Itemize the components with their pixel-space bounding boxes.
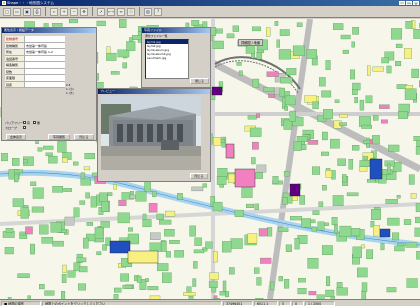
- layer-icon[interactable]: ≡: [117, 7, 125, 16]
- status-coord-x: 37496451: [223, 300, 253, 306]
- floor-value: 1 (大): [66, 91, 74, 95]
- print-icon[interactable]: ⎙: [33, 7, 41, 16]
- status-message: 地図上のポイントをクリックしてください: [42, 300, 222, 306]
- attribute-value[interactable]: [25, 75, 65, 81]
- attribute-value[interactable]: 市営第一体育館: [25, 42, 65, 48]
- toolbar-separator: [45, 7, 46, 16]
- attribute-key: 床面積: [5, 75, 25, 81]
- no-label: 無: [37, 120, 41, 125]
- toolbar-separator: [139, 7, 140, 16]
- zoom-in-icon[interactable]: +: [60, 7, 68, 16]
- file-list-label: 添付ファイル一覧: [145, 34, 168, 38]
- map-scale-label: 詳細図 / 地番: [238, 39, 264, 46]
- status-bar: ■ 地図の操作 地図上のポイントをクリックしてください 37496451 651…: [0, 299, 420, 306]
- status-scale: 1 / 2500: [305, 300, 335, 306]
- yes-label: 有: [27, 120, 31, 125]
- attr-close-button[interactable]: 閉じる: [74, 134, 94, 140]
- status-num-2: 0: [292, 300, 304, 306]
- status-mode: ■ 地図の操作: [1, 300, 41, 306]
- attribute-row: 延床: [5, 81, 65, 88]
- file-list-item[interactable]: Landmark.jpg: [146, 56, 188, 60]
- photo-icon[interactable]: ▨: [144, 7, 152, 16]
- close-window-button[interactable]: ×: [413, 0, 419, 6]
- files-close-button[interactable]: 閉じる: [190, 78, 209, 84]
- window-title: Shape・・・地形図システム: [7, 0, 55, 5]
- preview-close-button[interactable]: 閉じる: [190, 173, 208, 179]
- preview-window: プレビュー 閉じる: [97, 88, 211, 182]
- floor-values: 2 41 (小) 1 (大): [66, 83, 96, 95]
- attribute-value[interactable]: 市営第一体育館 1-2: [25, 49, 65, 55]
- attribute-key: 建物種別: [5, 42, 25, 48]
- attribute-value[interactable]: [25, 36, 65, 42]
- photo-files-title: 写真ファイル: [142, 28, 210, 33]
- minimize-button[interactable]: _: [399, 0, 405, 6]
- attribute-key: 延床: [5, 81, 25, 87]
- photo-files-window: 写真ファイル 添付ファイル一覧 Gym1.jpg Gym2.jpg Gymnasiu…: [141, 27, 211, 88]
- file-list[interactable]: Gym1.jpg Gym2.jpg Gymnasium.jpg Gymnasium2.…: [145, 39, 189, 79]
- attribute-key: 所在: [5, 49, 25, 55]
- attribute-value[interactable]: [25, 81, 65, 87]
- maximize-button[interactable]: □: [406, 0, 412, 6]
- measure-icon[interactable]: ⟷: [107, 7, 115, 16]
- attribute-key: 電話番号: [5, 55, 25, 61]
- help-icon[interactable]: ?: [154, 7, 162, 16]
- preview-title: プレビュー: [98, 89, 210, 94]
- show-all-button[interactable]: 全体表示: [6, 134, 26, 140]
- save-icon[interactable]: ▣: [23, 7, 31, 16]
- attribute-panel: 属性表示 / 施設データ 建物番号 建物種別 市営第一体育館 所在 市営第一体育館 1-…: [1, 27, 97, 141]
- attribute-key: 建物番号: [5, 36, 25, 42]
- select-icon[interactable]: ➚: [97, 7, 105, 16]
- pan-icon[interactable]: ✥: [80, 7, 88, 16]
- attribute-table: 建物番号 建物種別 市営第一体育館 所在 市営第一体育館 1-2 電話番号 構造種別 階数 床面…: [5, 36, 65, 88]
- photo-view-button[interactable]: 写真閲覧: [48, 134, 70, 140]
- slope-row: スロープ: [5, 125, 77, 130]
- info-icon[interactable]: ⓘ: [127, 7, 135, 16]
- barrier-free-no-checkbox[interactable]: [33, 121, 37, 124]
- slope-label: スロープ: [5, 125, 17, 130]
- search-icon[interactable]: ⌕: [50, 7, 58, 16]
- attribute-value[interactable]: [25, 68, 65, 74]
- status-coord-y: 6511 1: [254, 300, 278, 306]
- barrier-free-yes-checkbox[interactable]: [23, 121, 26, 124]
- attribute-value[interactable]: [25, 55, 65, 61]
- slope-checkbox[interactable]: [23, 126, 26, 129]
- status-num-1: 5: [279, 300, 291, 306]
- zoom-out-icon[interactable]: −: [70, 7, 78, 16]
- toolbar-separator: [92, 7, 93, 16]
- building-photo: [101, 96, 201, 170]
- new-icon[interactable]: □: [3, 7, 11, 16]
- open-icon[interactable]: ▭: [13, 7, 21, 16]
- barrier-free-label: バリアフリー: [5, 120, 24, 125]
- app-icon: [2, 1, 6, 5]
- attribute-key: 階数: [5, 68, 25, 74]
- attribute-panel-title: 属性表示 / 施設データ: [2, 28, 96, 33]
- attribute-key: 構造種別: [5, 62, 25, 68]
- attribute-value[interactable]: [25, 62, 65, 68]
- toolbar: □ ▭ ▣ ⎙ ⌕ + − ✥ ➚ ⟷ ≡ ⓘ ▨?: [0, 6, 420, 18]
